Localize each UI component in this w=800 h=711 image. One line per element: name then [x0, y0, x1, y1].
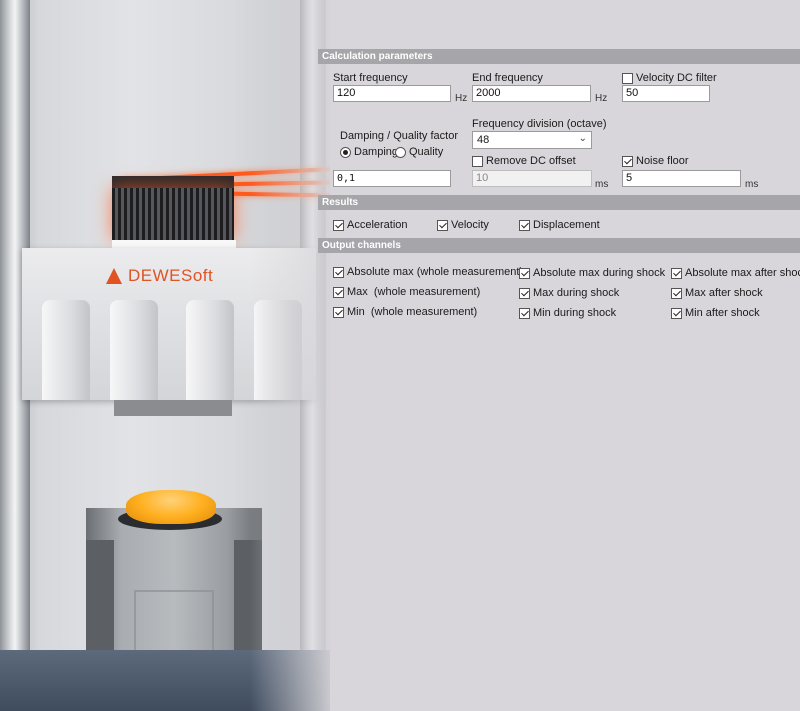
output-min-whole-checkbox[interactable]: Min (whole measurement)	[333, 306, 477, 318]
checkbox-checked-icon	[437, 219, 448, 231]
remove-dc-offset-input[interactable]: 10	[472, 170, 592, 187]
chevron-down-icon: ⌄	[578, 133, 587, 144]
noise-floor-checkbox[interactable]: Noise floor	[622, 155, 689, 167]
output-abs-max-whole-label: Absolute max (whole measurement)	[347, 266, 524, 278]
output-min-after-label: Min after shock	[685, 307, 760, 319]
checkbox-checked-icon	[519, 307, 530, 319]
settings-panel: Calculation parameters Start frequency 1…	[318, 0, 800, 711]
output-abs-max-after-checkbox[interactable]: Absolute max after shock	[671, 267, 800, 279]
base-emblem	[134, 590, 214, 654]
brand-logo-text: DEWESoft	[128, 266, 214, 285]
section-header-calculation: Calculation parameters	[318, 49, 800, 64]
section-header-output-channels: Output channels	[318, 238, 800, 253]
acceleration-checkbox[interactable]: Acceleration	[333, 219, 408, 231]
start-frequency-input[interactable]: 120	[333, 85, 451, 102]
impact-stem	[114, 400, 232, 416]
velocity-dc-filter-input[interactable]: 50	[622, 85, 710, 102]
checkbox-checked-icon	[519, 267, 530, 279]
end-frequency-label: End frequency	[472, 72, 543, 84]
velocity-label: Velocity	[451, 219, 489, 231]
orange-pad	[126, 490, 216, 524]
remove-dc-offset-checkbox[interactable]: Remove DC offset	[472, 155, 576, 167]
section-header-results: Results	[318, 195, 800, 210]
checkbox-checked-icon	[333, 219, 344, 231]
output-abs-max-whole-checkbox[interactable]: Absolute max (whole measurement)	[333, 266, 523, 278]
output-min-after-checkbox[interactable]: Min after shock	[671, 307, 760, 319]
displacement-checkbox[interactable]: Displacement	[519, 219, 600, 231]
radio-unselected-icon	[395, 146, 406, 158]
output-max-during-checkbox[interactable]: Max during shock	[519, 287, 619, 299]
checkbox-checked-icon	[333, 286, 344, 298]
output-abs-max-during-checkbox[interactable]: Absolute max during shock	[519, 267, 665, 279]
displacement-label: Displacement	[533, 219, 600, 231]
checkbox-checked-icon	[333, 266, 344, 278]
frequency-division-select[interactable]: 48 ⌄	[472, 131, 592, 149]
checkbox-checked-icon	[333, 306, 344, 318]
remove-dc-offset-label: Remove DC offset	[486, 155, 576, 167]
noise-floor-unit: ms	[745, 179, 759, 190]
crosshead-slot	[110, 300, 158, 400]
shock-machine-photo: DEWESoft	[0, 0, 330, 711]
quality-radio-label: Quality	[409, 146, 444, 158]
noise-floor-input[interactable]: 5	[622, 170, 741, 187]
output-min-whole-label: Min (whole measurement)	[347, 306, 478, 318]
output-max-after-checkbox[interactable]: Max after shock	[671, 287, 763, 299]
end-frequency-input[interactable]: 2000	[472, 85, 591, 102]
base-notch	[86, 540, 114, 650]
checkbox-checked-icon	[671, 267, 682, 279]
checkbox-checked-icon	[671, 287, 682, 299]
damping-quality-label: Damping / Quality factor	[340, 130, 458, 142]
frequency-division-label: Frequency division (octave)	[472, 118, 607, 130]
output-min-during-checkbox[interactable]: Min during shock	[519, 307, 616, 319]
checkbox-checked-icon	[519, 219, 530, 231]
velocity-dc-filter-checkbox[interactable]: Velocity DC filter	[622, 72, 717, 84]
checkbox-checked-icon	[622, 155, 633, 167]
checkbox-checked-icon	[519, 287, 530, 299]
velocity-dc-filter-label: Velocity DC filter	[636, 72, 717, 84]
checkbox-icon	[622, 72, 633, 84]
heat-sink	[112, 188, 234, 240]
output-abs-max-after-label: Absolute max after shock	[685, 267, 800, 279]
output-max-whole-label: Max (whole measurement)	[347, 286, 481, 298]
checkbox-checked-icon	[671, 307, 682, 319]
start-frequency-label: Start frequency	[333, 72, 408, 84]
damping-radio[interactable]: Damping	[340, 146, 398, 158]
crosshead-slot	[186, 300, 234, 400]
output-max-during-label: Max during shock	[533, 287, 620, 299]
acceleration-label: Acceleration	[347, 219, 408, 231]
dewesoft-logo-icon	[106, 268, 122, 284]
frequency-division-value: 48	[477, 134, 490, 146]
start-frequency-unit: Hz	[455, 93, 468, 104]
output-max-after-label: Max after shock	[685, 287, 763, 299]
damping-value-input[interactable]: 0,1	[333, 170, 451, 187]
remove-dc-offset-unit: ms	[595, 179, 609, 190]
output-max-whole-checkbox[interactable]: Max (whole measurement)	[333, 286, 480, 298]
damping-radio-label: Damping	[354, 146, 399, 158]
crosshead-slot	[42, 300, 90, 400]
output-min-during-label: Min during shock	[533, 307, 617, 319]
end-frequency-unit: Hz	[595, 93, 608, 104]
output-abs-max-during-label: Absolute max during shock	[533, 267, 666, 279]
quality-radio[interactable]: Quality	[395, 146, 443, 158]
checkbox-icon	[472, 155, 483, 167]
velocity-checkbox[interactable]: Velocity	[437, 219, 489, 231]
noise-floor-label: Noise floor	[636, 155, 689, 167]
radio-selected-icon	[340, 146, 351, 158]
